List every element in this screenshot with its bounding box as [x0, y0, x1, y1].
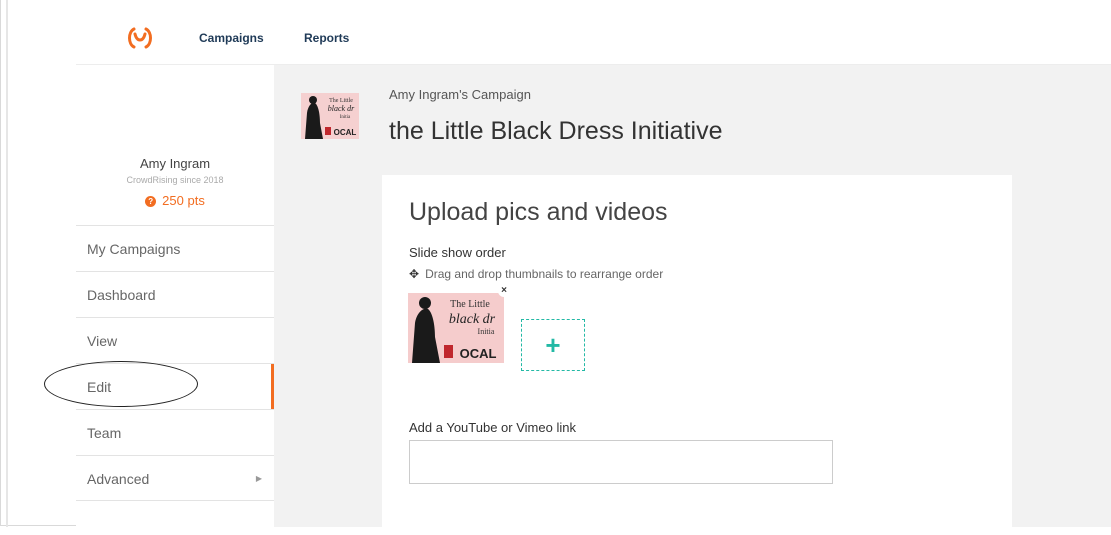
profile-since: CrowdRising since 2018 [126, 175, 224, 185]
sidebar-item-edit[interactable]: Edit [76, 363, 274, 410]
frame-shadow [6, 0, 8, 527]
top-nav: Campaigns Reports [0, 0, 1111, 65]
upload-card: Upload pics and videos Slide show order … [382, 175, 1012, 535]
chevron-right-icon: ▶ [255, 474, 262, 483]
nav-reports-link[interactable]: Reports [304, 31, 349, 45]
crowdrise-logo-icon[interactable] [125, 26, 155, 50]
sidebar-item-label: Dashboard [87, 287, 156, 303]
sidebar-item-advanced[interactable]: Advanced ▶ [76, 455, 274, 501]
sidebar-item-label: View [87, 333, 118, 349]
thumb-text-line: OCAL [334, 128, 357, 137]
remove-thumbnail-close-icon[interactable]: × [498, 285, 510, 297]
thumb-text-line: black dr [328, 104, 355, 113]
thumb-text-line: The Little [450, 299, 490, 310]
sidebar: Amy Ingram CrowdRising since 2018 ? 250 p… [76, 65, 274, 527]
sidebar-item-label: Edit [87, 379, 112, 395]
drag-hint-text: Drag and drop thumbnails to rearrange or… [425, 267, 664, 281]
move-icon: ✥ [409, 267, 420, 281]
sidebar-item-team[interactable]: Team [76, 409, 274, 455]
sidebar-item-my-campaigns[interactable]: My Campaigns [76, 225, 274, 271]
sidebar-item-label: Team [87, 425, 122, 441]
sidebar-menu: My Campaigns Dashboard View Edit Team Ad… [76, 225, 274, 501]
add-media-button[interactable]: + [521, 319, 585, 371]
points-icon: ? [145, 196, 157, 207]
video-link-input[interactable] [409, 440, 833, 484]
profile-points: ? 250 pts [76, 193, 274, 208]
video-link-label: Add a YouTube or Vimeo link [409, 420, 576, 435]
campaign-title: the Little Black Dress Initiative [389, 117, 723, 145]
sidebar-item-dashboard[interactable]: Dashboard [76, 271, 274, 317]
slide-thumbnail[interactable]: The Little black dr Initia OCAL [408, 293, 504, 363]
drag-hint: ✥ Drag and drop thumbnails to rearrange o… [409, 267, 663, 281]
slide-show-label: Slide show order [409, 245, 506, 260]
sidebar-item-view[interactable]: View [76, 317, 274, 363]
profile-name: Amy Ingram [139, 156, 211, 171]
thumb-text-line: Initia [478, 327, 495, 336]
points-label: 250 pts [162, 193, 205, 208]
main-content: The Little black dr Initia OCAL Amy Ingr… [274, 65, 1111, 535]
campaign-owner: Amy Ingram's Campaign [389, 87, 531, 102]
thumb-text-line: black dr [449, 312, 496, 327]
upload-title: Upload pics and videos [409, 198, 668, 226]
sidebar-item-label: Advanced [87, 471, 150, 487]
plus-icon: + [545, 330, 561, 360]
thumb-text-line: Initia [340, 115, 351, 120]
sidebar-item-label: My Campaigns [87, 241, 181, 257]
campaign-thumbnail: The Little black dr Initia OCAL [301, 93, 359, 139]
thumb-text-line: OCAL [460, 346, 497, 361]
nav-campaigns-link[interactable]: Campaigns [199, 31, 264, 45]
